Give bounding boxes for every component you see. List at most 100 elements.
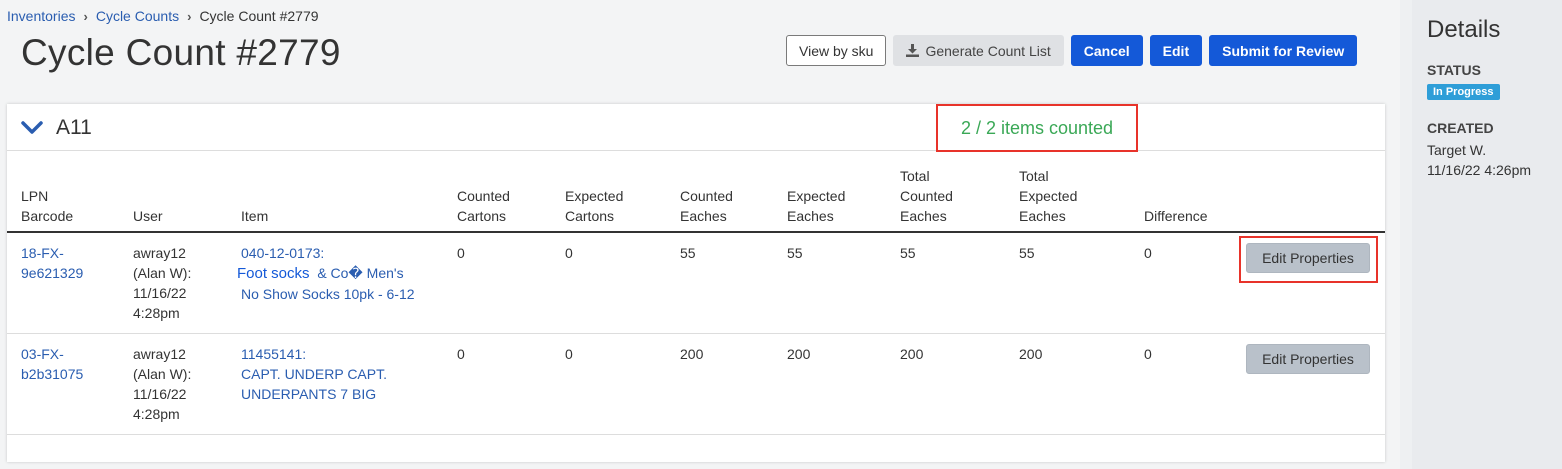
chevron-right-icon: ›: [187, 8, 192, 24]
header-line: Total: [1019, 168, 1049, 184]
header-line: LPN: [21, 188, 49, 204]
total-expected-eaches-cell: 200: [1019, 346, 1043, 362]
user-line: 11/16/22: [133, 386, 187, 402]
item-desc-link[interactable]: UNDERPANTS 7 BIG: [241, 386, 376, 402]
header-line: Expected: [787, 188, 846, 204]
location-name: A11: [56, 116, 92, 139]
edit-label: Edit: [1162, 42, 1190, 59]
breadcrumb-current: Cycle Count #2779: [199, 8, 319, 24]
header-user: User: [133, 208, 163, 224]
lpn-line[interactable]: 9e621329: [21, 265, 83, 281]
item-code-link[interactable]: 11455141:: [241, 346, 306, 362]
scrollbar[interactable]: [1400, 0, 1412, 469]
header-total-expected-eaches: Total Expected Eaches: [1019, 166, 1077, 226]
submit-for-review-label: Submit for Review: [1222, 42, 1345, 59]
expected-cartons-cell: 0: [565, 346, 573, 362]
created-by: Target W.: [1427, 142, 1487, 158]
breadcrumb-cycle-counts[interactable]: Cycle Counts: [96, 8, 179, 24]
item-desc-link[interactable]: & Co� Men's: [317, 265, 403, 281]
header-total-counted-eaches: Total Counted Eaches: [900, 166, 953, 226]
header-counted-cartons: Counted Cartons: [457, 186, 510, 226]
header-line: Expected: [1019, 188, 1078, 204]
user-line: awray12: [133, 245, 186, 261]
header-line: Eaches: [900, 208, 947, 224]
chevron-down-icon[interactable]: [21, 120, 43, 136]
header-lpn-barcode: LPN Barcode: [21, 186, 73, 226]
lpn-line[interactable]: 03-FX-: [21, 346, 64, 362]
user-line: 4:28pm: [133, 406, 180, 422]
header-line: Eaches: [680, 208, 727, 224]
user-cell: awray12 (Alan W): 11/16/22 4:28pm: [133, 344, 191, 424]
generate-count-list-button[interactable]: Generate Count List: [893, 35, 1064, 66]
location-header[interactable]: A11 2 / 2 items counted: [7, 104, 1385, 152]
details-sidebar: Details STATUS In Progress CREATED Targe…: [1412, 0, 1562, 469]
cancel-button[interactable]: Cancel: [1070, 35, 1143, 66]
cancel-label: Cancel: [1083, 42, 1130, 59]
counted-eaches-cell: 200: [680, 346, 704, 362]
header-line: Total: [900, 168, 930, 184]
item-link[interactable]: Foot socks: [237, 265, 310, 282]
created-label: CREATED: [1427, 120, 1494, 136]
created-at: 11/16/22 4:26pm: [1427, 162, 1532, 178]
submit-for-review-button[interactable]: Submit for Review: [1209, 35, 1358, 66]
view-by-sku-button[interactable]: View by sku: [786, 35, 887, 66]
item-code-link[interactable]: 040-12-0173:: [241, 245, 324, 261]
header-line: Cartons: [565, 208, 615, 224]
total-counted-eaches-cell: 55: [900, 245, 916, 261]
lpn-line[interactable]: 18-FX-: [21, 245, 64, 261]
status-badge: In Progress: [1427, 84, 1500, 100]
counted-cartons-cell: 0: [457, 346, 465, 362]
header-line: Counted: [900, 188, 953, 204]
user-cell: awray12 (Alan W): 11/16/22 4:28pm: [133, 243, 191, 323]
expected-eaches-cell: 55: [787, 245, 803, 261]
breadcrumb-inventories[interactable]: Inventories: [7, 8, 75, 24]
counted-cartons-cell: 0: [457, 245, 465, 261]
lpn-barcode-link[interactable]: 03-FX- b2b31075: [21, 344, 83, 384]
item-cell: 040-12-0173: Foot socks & Co� Men's No S…: [237, 243, 415, 304]
expected-cartons-cell: 0: [565, 245, 573, 261]
lpn-barcode-link[interactable]: 18-FX- 9e621329: [21, 243, 83, 283]
edit-button[interactable]: Edit: [1149, 35, 1203, 66]
main-content: Inventories › Cycle Counts › Cycle Count…: [0, 0, 1400, 469]
header-line: Counted: [680, 188, 733, 204]
user-line: 4:28pm: [133, 305, 180, 321]
toolbar: View by sku Generate Count List Cancel E…: [786, 35, 1358, 66]
difference-cell: 0: [1144, 346, 1152, 362]
lpn-line[interactable]: b2b31075: [21, 366, 83, 382]
download-icon: [906, 44, 920, 57]
difference-cell: 0: [1144, 245, 1152, 261]
header-line: Expected: [565, 188, 624, 204]
item-desc-link[interactable]: CAPT. UNDERP CAPT.: [241, 366, 387, 382]
highlight-box: [1239, 236, 1378, 283]
total-expected-eaches-cell: 55: [1019, 245, 1035, 261]
header-expected-cartons: Expected Cartons: [565, 186, 623, 226]
counted-eaches-cell: 55: [680, 245, 696, 261]
page-title: Cycle Count #2779: [21, 32, 341, 73]
expected-eaches-cell: 200: [787, 346, 811, 362]
header-expected-eaches: Expected Eaches: [787, 186, 845, 226]
item-cell: 11455141: CAPT. UNDERP CAPT. UNDERPANTS …: [241, 344, 387, 404]
header-line: Barcode: [21, 208, 74, 224]
row-divider: [7, 333, 1385, 334]
header-line: Cartons: [457, 208, 507, 224]
details-title: Details: [1427, 16, 1501, 43]
edit-properties-button[interactable]: Edit Properties: [1246, 344, 1370, 374]
total-counted-eaches-cell: 200: [900, 346, 924, 362]
user-line: 11/16/22: [133, 285, 187, 301]
chevron-right-icon: ›: [83, 8, 88, 24]
table-header-divider: [7, 231, 1385, 233]
row-divider: [7, 434, 1385, 435]
header-counted-eaches: Counted Eaches: [680, 186, 733, 226]
generate-count-list-label: Generate Count List: [925, 42, 1051, 59]
items-counted-summary: 2 / 2 items counted: [936, 104, 1138, 152]
header-difference: Difference: [1144, 208, 1208, 224]
header-line: Eaches: [787, 208, 834, 224]
view-by-sku-label: View by sku: [799, 42, 874, 59]
header-line: Counted: [457, 188, 510, 204]
item-desc-link[interactable]: No Show Socks 10pk - 6-12: [241, 286, 415, 302]
status-label: STATUS: [1427, 62, 1481, 78]
header-line: Eaches: [1019, 208, 1066, 224]
user-line: (Alan W):: [133, 366, 192, 382]
user-line: awray12: [133, 346, 186, 362]
user-line: (Alan W):: [133, 265, 192, 281]
